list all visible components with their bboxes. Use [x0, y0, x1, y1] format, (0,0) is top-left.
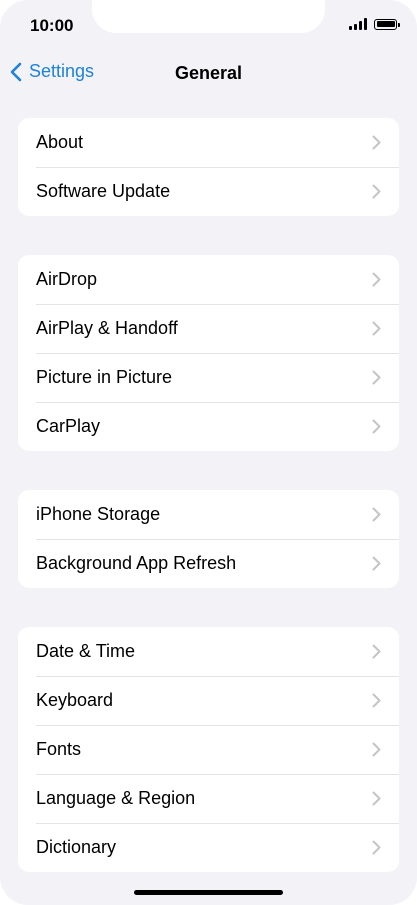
row-about[interactable]: About	[18, 118, 399, 167]
row-language-region[interactable]: Language & Region	[18, 774, 399, 823]
status-icons	[349, 18, 400, 30]
settings-group-1: About Software Update	[18, 118, 399, 216]
row-background-app-refresh[interactable]: Background App Refresh	[18, 539, 399, 588]
row-label: Software Update	[36, 181, 171, 201]
chevron-right-icon	[372, 135, 381, 150]
row-label: Keyboard	[36, 690, 114, 710]
chevron-right-icon	[372, 507, 381, 522]
chevron-right-icon	[372, 556, 381, 571]
row-label: Dictionary	[36, 837, 117, 857]
notch	[92, 0, 325, 33]
chevron-right-icon	[372, 370, 381, 385]
row-date-time[interactable]: Date & Time	[18, 627, 399, 676]
row-iphone-storage[interactable]: iPhone Storage	[18, 490, 399, 539]
row-label: Language & Region	[36, 788, 196, 808]
status-time: 10:00	[30, 16, 74, 35]
home-indicator[interactable]	[134, 890, 283, 895]
row-label: AirPlay & Handoff	[36, 318, 178, 338]
chevron-right-icon	[372, 321, 381, 336]
row-label: Fonts	[36, 739, 82, 759]
row-keyboard[interactable]: Keyboard	[18, 676, 399, 725]
cellular-signal-icon	[349, 18, 367, 30]
phone-screen: 10:00 Settings General About Software Up…	[0, 0, 417, 905]
settings-group-4: Date & Time Keyboard Fonts Language & Re…	[18, 627, 399, 872]
row-label: About	[36, 132, 84, 152]
row-airplay-handoff[interactable]: AirPlay & Handoff	[18, 304, 399, 353]
chevron-right-icon	[372, 184, 381, 199]
chevron-right-icon	[372, 693, 381, 708]
row-label: CarPlay	[36, 416, 101, 436]
chevron-right-icon	[372, 419, 381, 434]
chevron-right-icon	[372, 644, 381, 659]
row-label: AirDrop	[36, 269, 98, 289]
row-label: Picture in Picture	[36, 367, 173, 387]
row-label: Background App Refresh	[36, 553, 237, 573]
battery-icon	[374, 18, 400, 30]
chevron-right-icon	[372, 742, 381, 757]
chevron-right-icon	[372, 272, 381, 287]
row-carplay[interactable]: CarPlay	[18, 402, 399, 451]
row-picture-in-picture[interactable]: Picture in Picture	[18, 353, 399, 402]
chevron-right-icon	[372, 840, 381, 855]
row-dictionary[interactable]: Dictionary	[18, 823, 399, 872]
row-airdrop[interactable]: AirDrop	[18, 255, 399, 304]
settings-group-2: AirDrop AirPlay & Handoff Picture in Pic…	[18, 255, 399, 451]
settings-group-3: iPhone Storage Background App Refresh	[18, 490, 399, 588]
row-fonts[interactable]: Fonts	[18, 725, 399, 774]
chevron-right-icon	[372, 791, 381, 806]
row-label: iPhone Storage	[36, 504, 161, 524]
row-label: Date & Time	[36, 641, 136, 661]
navigation-bar: Settings General	[0, 56, 417, 92]
row-software-update[interactable]: Software Update	[18, 167, 399, 216]
page-title: General	[174, 63, 243, 83]
